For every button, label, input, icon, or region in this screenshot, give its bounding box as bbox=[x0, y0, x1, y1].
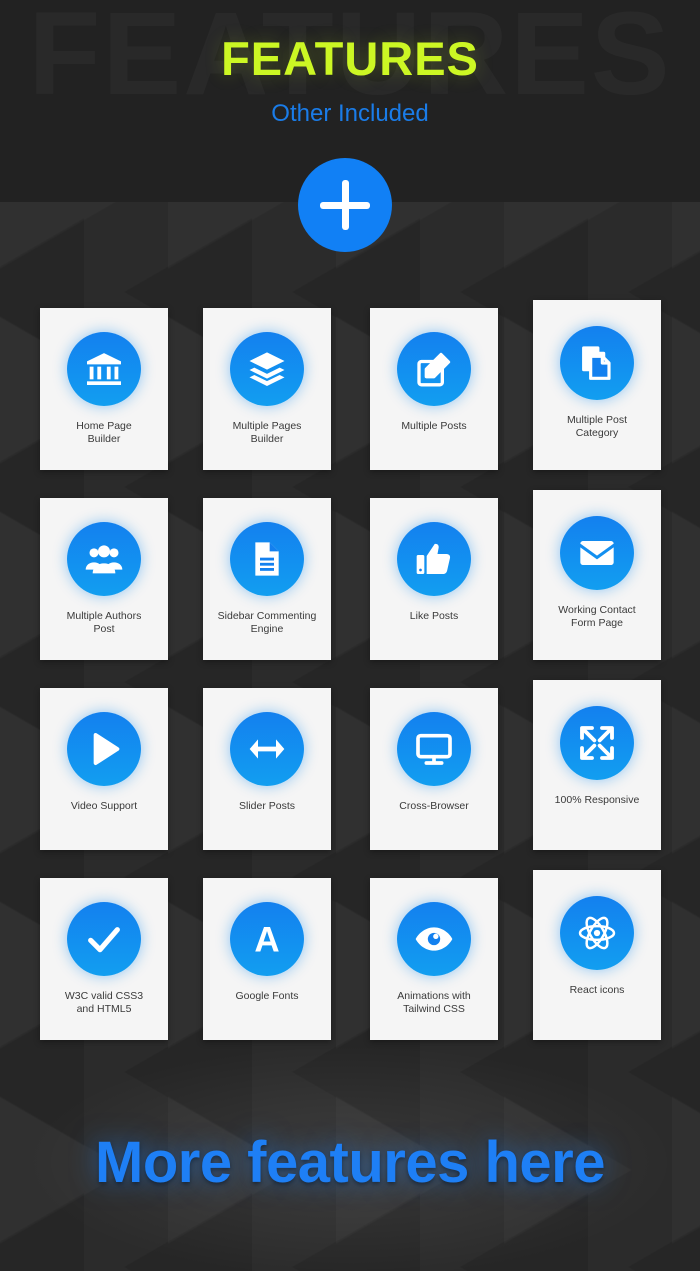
users-group-icon bbox=[67, 522, 141, 596]
page-subtitle: Other Included bbox=[271, 100, 429, 127]
add-feature-button[interactable] bbox=[298, 158, 392, 252]
features-row: W3C valid CSS3 and HTML5 A Google Fonts Anim… bbox=[0, 870, 700, 1068]
document-lines-icon bbox=[230, 522, 304, 596]
copy-documents-icon bbox=[560, 326, 634, 400]
features-grid: Home Page Builder Multiple Pages Builder Mul… bbox=[0, 300, 700, 1068]
feature-card[interactable]: Multiple Authors Post bbox=[40, 498, 168, 660]
feature-card[interactable]: Animations with Tailwind CSS bbox=[370, 878, 498, 1040]
feature-card[interactable]: W3C valid CSS3 and HTML5 bbox=[40, 878, 168, 1040]
eye-icon bbox=[397, 902, 471, 976]
feature-card[interactable]: Cross-Browser bbox=[370, 688, 498, 850]
feature-card[interactable]: Slider Posts bbox=[203, 688, 331, 850]
feature-card-label: React icons bbox=[569, 984, 625, 996]
feature-card-label: Cross-Browser bbox=[399, 800, 469, 812]
feature-card[interactable]: Sidebar Commenting Engine bbox=[203, 498, 331, 660]
feature-card-label: Like Posts bbox=[409, 610, 459, 622]
feature-card-label: 100% Responsive bbox=[554, 794, 640, 806]
feature-card-label: Multiple Pages Builder bbox=[232, 420, 302, 445]
features-row: Video Support Slider Posts Cross-Browser 10… bbox=[0, 680, 700, 878]
thumbs-up-icon bbox=[397, 522, 471, 596]
arrows-horizontal-icon bbox=[230, 712, 304, 786]
feature-card-label: Google Fonts bbox=[235, 990, 299, 1002]
envelope-icon bbox=[560, 516, 634, 590]
expand-arrows-icon bbox=[560, 706, 634, 780]
page-footer: More features here bbox=[0, 1047, 700, 1271]
feature-card[interactable]: Working Contact Form Page bbox=[533, 490, 661, 660]
features-row: Multiple Authors Post Sidebar Commenting En… bbox=[0, 490, 700, 688]
features-row: Home Page Builder Multiple Pages Builder Mul… bbox=[0, 300, 700, 498]
feature-card[interactable]: Like Posts bbox=[370, 498, 498, 660]
feature-card[interactable]: Multiple Post Category bbox=[533, 300, 661, 470]
feature-card[interactable]: 100% Responsive bbox=[533, 680, 661, 850]
feature-card-label: Working Contact Form Page bbox=[558, 604, 636, 629]
feature-card[interactable]: Video Support bbox=[40, 688, 168, 850]
feature-card-label: Home Page Builder bbox=[76, 420, 132, 445]
feature-card-label: Multiple Authors Post bbox=[66, 610, 142, 635]
feature-card[interactable]: React icons bbox=[533, 870, 661, 1040]
svg-text:A: A bbox=[254, 920, 279, 959]
footer-headline: More features here bbox=[95, 1129, 605, 1195]
letter-a-icon: A bbox=[230, 902, 304, 976]
feature-card-label: Video Support bbox=[70, 800, 138, 812]
layers-icon bbox=[230, 332, 304, 406]
feature-card-label: Animations with Tailwind CSS bbox=[397, 990, 471, 1015]
check-icon bbox=[67, 902, 141, 976]
plus-icon-vertical bbox=[341, 180, 349, 230]
feature-card[interactable]: Home Page Builder bbox=[40, 308, 168, 470]
edit-square-icon bbox=[397, 332, 471, 406]
bank-icon bbox=[67, 332, 141, 406]
feature-card-label: Sidebar Commenting Engine bbox=[217, 610, 317, 635]
play-icon bbox=[67, 712, 141, 786]
page-title: FEATURES bbox=[221, 32, 479, 85]
monitor-icon bbox=[397, 712, 471, 786]
feature-card-label: Multiple Post Category bbox=[566, 414, 628, 439]
feature-card[interactable]: Multiple Pages Builder bbox=[203, 308, 331, 470]
atom-icon bbox=[560, 896, 634, 970]
feature-card[interactable]: A Google Fonts bbox=[203, 878, 331, 1040]
feature-card[interactable]: Multiple Posts bbox=[370, 308, 498, 470]
feature-card-label: Multiple Posts bbox=[401, 420, 467, 432]
features-page: FEATURES FEATURES Other Included Home Pa… bbox=[0, 0, 700, 1271]
feature-card-label: Slider Posts bbox=[238, 800, 296, 812]
feature-card-label: W3C valid CSS3 and HTML5 bbox=[64, 990, 144, 1015]
